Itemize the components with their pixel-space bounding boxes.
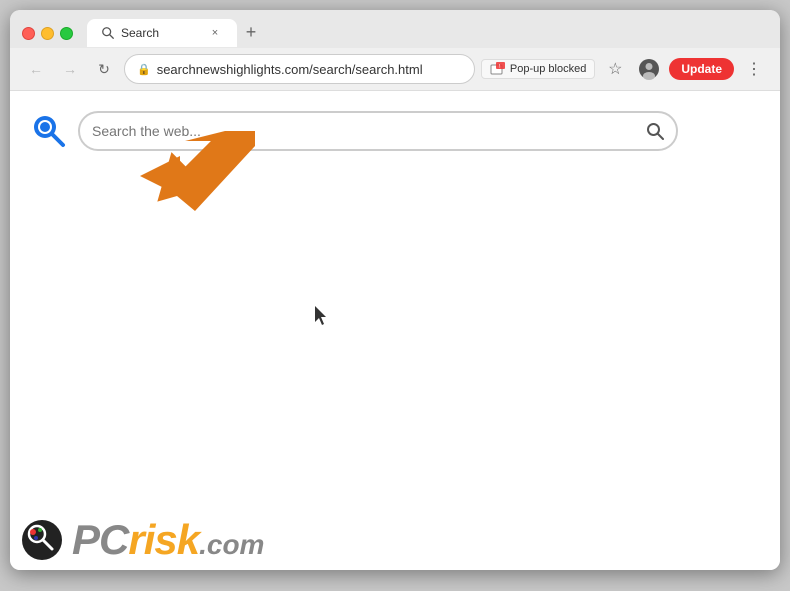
tab-bar: Search × + bbox=[87, 19, 768, 47]
search-box[interactable] bbox=[78, 111, 678, 151]
watermark-logo bbox=[20, 518, 64, 562]
popup-icon: ! bbox=[490, 62, 506, 76]
account-icon bbox=[638, 58, 660, 80]
address-bar-row: ← → ↻ 🔒 searchnewshighlights.com/search/… bbox=[10, 48, 780, 91]
search-input[interactable] bbox=[92, 123, 646, 139]
title-bar: Search × + bbox=[10, 10, 780, 48]
search-submit-icon bbox=[646, 122, 664, 140]
svg-text:!: ! bbox=[499, 64, 500, 70]
site-logo bbox=[30, 112, 68, 150]
tab-close-button[interactable]: × bbox=[207, 25, 223, 41]
close-button[interactable] bbox=[22, 27, 35, 40]
search-submit-button[interactable] bbox=[646, 122, 664, 140]
watermark-pc: PC bbox=[72, 516, 128, 563]
reload-button[interactable]: ↻ bbox=[90, 55, 118, 83]
bookmark-button[interactable]: ☆ bbox=[601, 55, 629, 83]
maximize-button[interactable] bbox=[60, 27, 73, 40]
forward-button[interactable]: → bbox=[56, 55, 84, 83]
tab-title: Search bbox=[121, 26, 201, 40]
watermark: PCrisk.com bbox=[10, 510, 274, 570]
active-tab[interactable]: Search × bbox=[87, 19, 237, 47]
page-content: PCrisk.com bbox=[10, 91, 780, 570]
watermark-text: PCrisk.com bbox=[72, 516, 264, 564]
tab-favicon-icon bbox=[101, 26, 115, 40]
address-bar[interactable]: 🔒 searchnewshighlights.com/search/search… bbox=[124, 54, 475, 84]
back-button[interactable]: ← bbox=[22, 55, 50, 83]
lock-icon: 🔒 bbox=[137, 63, 151, 76]
watermark-risk: risk bbox=[128, 516, 199, 563]
minimize-button[interactable] bbox=[41, 27, 54, 40]
menu-button[interactable]: ⋮ bbox=[740, 55, 768, 83]
search-area bbox=[10, 91, 780, 171]
popup-blocked-label: Pop-up blocked bbox=[510, 63, 586, 75]
watermark-com: .com bbox=[199, 529, 264, 560]
traffic-lights bbox=[22, 27, 73, 40]
new-tab-button[interactable]: + bbox=[237, 19, 265, 45]
address-text: searchnewshighlights.com/search/search.h… bbox=[157, 62, 462, 77]
mouse-cursor bbox=[315, 306, 331, 326]
update-button[interactable]: Update bbox=[669, 58, 734, 80]
browser-window: Search × + ← → ↻ 🔒 searchnewshighlights.… bbox=[10, 10, 780, 570]
account-button[interactable] bbox=[635, 55, 663, 83]
popup-blocked-indicator[interactable]: ! Pop-up blocked bbox=[481, 59, 595, 79]
